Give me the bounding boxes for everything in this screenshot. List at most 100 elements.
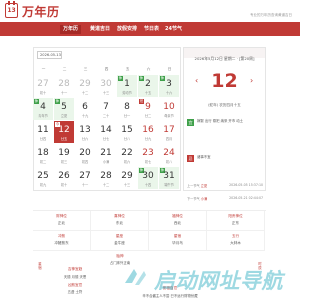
lunar-label: 十九 bbox=[81, 114, 89, 118]
top-nav: 万年历 黄道吉日 放假安排 节日表 24节气 bbox=[0, 22, 300, 36]
nav-item-holidays[interactable]: 放假安排 bbox=[117, 25, 137, 34]
info-key: 冲煞 bbox=[57, 234, 66, 238]
calendar-day-selected[interactable]: 今 12 廿五 bbox=[54, 121, 74, 143]
lunar-label: 廿五 bbox=[60, 137, 68, 141]
calendar-day[interactable]: 休 5 立夏 bbox=[54, 98, 74, 120]
calendar-day[interactable]: 19 初三 bbox=[54, 144, 74, 166]
nav-item-solar-terms[interactable]: 24节气 bbox=[165, 25, 182, 34]
day-number: 21 bbox=[100, 148, 112, 158]
weekday-header: 一二三四五六日 bbox=[33, 67, 181, 72]
calendar-day[interactable]: 21 小满 bbox=[96, 144, 116, 166]
info-value: 冲猪煞东 bbox=[54, 241, 69, 245]
next-solar-term[interactable]: 下一节气 小满 2026-05-21 02:44:07 bbox=[187, 196, 265, 201]
next-day-icon[interactable]: › bbox=[250, 76, 253, 85]
lunar-label: 廿六 bbox=[81, 137, 89, 141]
weekday-label: 一 bbox=[41, 67, 46, 71]
calendar-day[interactable]: 休 30 十四 bbox=[138, 167, 158, 189]
lunar-label: 十二 bbox=[81, 91, 89, 95]
calendar-day[interactable]: 7 二十 bbox=[96, 98, 116, 120]
nav-item-lucky-days[interactable]: 黄道吉日 bbox=[90, 25, 110, 34]
calendar-day[interactable]: 24 初八 bbox=[159, 144, 179, 166]
calendar-day[interactable]: 15 廿八 bbox=[117, 121, 137, 143]
lunar-label: 十二 bbox=[102, 183, 110, 187]
lunar-label: 廿四 bbox=[39, 137, 47, 141]
almanac-info: 财神位 正北 喜神位 东北 福神位 西北 阳贵神位 正东 冲煞 冲猪煞东 星座 … bbox=[33, 210, 266, 251]
calendar-day[interactable]: 22 初六 bbox=[117, 144, 137, 166]
day-number: 18 bbox=[37, 148, 49, 158]
calendar-day[interactable]: 27 十一 bbox=[75, 167, 95, 189]
watermark-logo-icon bbox=[125, 269, 146, 285]
calendar-day[interactable]: 6 十九 bbox=[75, 98, 95, 120]
day-number: 26 bbox=[58, 171, 70, 181]
info-value: 大林木 bbox=[230, 241, 241, 245]
day-number: 7 bbox=[103, 102, 109, 112]
lunar-label: 初三 bbox=[60, 160, 68, 164]
info-cell: 福神位 西北 bbox=[149, 211, 207, 231]
info-value: 西北 bbox=[173, 221, 182, 225]
date-selector[interactable]: 2026-05-13 bbox=[37, 51, 62, 59]
calendar-day[interactable]: 14 廿七 bbox=[96, 121, 116, 143]
lunar-label: 劳动节 bbox=[122, 91, 132, 95]
day-number: 16 bbox=[142, 125, 154, 135]
ji-text: 诸事不宜 bbox=[197, 155, 211, 159]
lunar-label: 初十 bbox=[60, 183, 68, 187]
calendar-day[interactable]: 26 初十 bbox=[54, 167, 74, 189]
nav-item-calendar[interactable]: 万年历 bbox=[60, 25, 82, 34]
calendar-day[interactable]: 30 十三 bbox=[96, 75, 116, 97]
day-number: 29 bbox=[79, 79, 91, 89]
calendar-day[interactable]: 29 十三 bbox=[117, 167, 137, 189]
taishen-title: 胎神 bbox=[116, 254, 124, 258]
nav-item-festivals[interactable]: 节日表 bbox=[144, 25, 159, 34]
lunar-label: 廿一 bbox=[123, 114, 131, 118]
lunar-label: 十六 bbox=[165, 91, 173, 95]
day-number: 8 bbox=[124, 102, 130, 112]
calendar-day[interactable]: 8 廿一 bbox=[117, 98, 137, 120]
calendar-day[interactable]: 20 初四 bbox=[75, 144, 95, 166]
calendar-day[interactable]: 13 廿六 bbox=[75, 121, 95, 143]
app-title[interactable]: 万年历 bbox=[22, 3, 60, 20]
day-number: 24 bbox=[163, 148, 175, 158]
calendar-day[interactable]: 27 初十 bbox=[33, 75, 53, 97]
day-number: 23 bbox=[142, 148, 154, 158]
info-key: 财神位 bbox=[56, 214, 67, 218]
calendar-day[interactable]: 休 3 十六 bbox=[159, 75, 179, 97]
calendar-day[interactable]: 11 廿四 bbox=[33, 121, 53, 143]
lunar-label: 廿九 bbox=[144, 137, 152, 141]
calendar-day[interactable]: 23 初七 bbox=[138, 144, 158, 166]
calendar-day[interactable]: 29 十二 bbox=[75, 75, 95, 97]
calendar-day[interactable]: 18 初二 bbox=[33, 144, 53, 166]
calendar-day[interactable]: 休 4 青年节 bbox=[33, 98, 53, 120]
prev-term-name: 立夏 bbox=[200, 184, 208, 188]
calendar-day[interactable]: 28 十一 bbox=[54, 75, 74, 97]
logo-calendar-icon[interactable]: 13 bbox=[5, 1, 18, 18]
weekday-label: 四 bbox=[104, 67, 109, 71]
calendar-day[interactable]: 休 1 劳动节 bbox=[117, 75, 137, 97]
day-number: 2 bbox=[145, 79, 151, 89]
day-number: 25 bbox=[37, 171, 49, 181]
day-number: 22 bbox=[121, 148, 133, 158]
info-cell: 冲煞 冲猪煞东 bbox=[33, 231, 91, 251]
xiongsha-title: 凶煞宜忌 bbox=[67, 283, 83, 287]
calendar-day[interactable]: 休 31 端午节 bbox=[159, 167, 179, 189]
calendar-day[interactable]: 班 9 廿二 bbox=[138, 98, 158, 120]
lunar-label: 十一 bbox=[60, 91, 68, 95]
calendar-day[interactable]: 10 母亲节 bbox=[159, 98, 179, 120]
weekday-label: 三 bbox=[83, 67, 88, 71]
day-number: 30 bbox=[142, 171, 154, 181]
calendar-day[interactable]: 25 初九 bbox=[33, 167, 53, 189]
calendar-day[interactable]: 28 十二 bbox=[96, 167, 116, 189]
lunar-label: 十四 bbox=[144, 183, 152, 187]
day-number: 4 bbox=[40, 102, 46, 112]
info-key: 五行 bbox=[231, 234, 240, 238]
lunar-label: 十一 bbox=[81, 183, 89, 187]
calendar-day[interactable]: 17 四月 bbox=[159, 121, 179, 143]
day-number: 1 bbox=[124, 79, 130, 89]
calendar-day[interactable]: 16 廿九 bbox=[138, 121, 158, 143]
next-term-name: 小满 bbox=[200, 197, 208, 201]
calendar-day[interactable]: 休 2 十五 bbox=[138, 75, 158, 97]
info-cell: 阳贵神位 正东 bbox=[207, 211, 265, 231]
weekday-label: 日 bbox=[167, 67, 172, 71]
day-number: 30 bbox=[100, 79, 112, 89]
logo-number: 13 bbox=[7, 7, 16, 14]
prev-solar-term[interactable]: 上一节气 立夏 2026-05-05 15:37:10 bbox=[187, 183, 265, 188]
